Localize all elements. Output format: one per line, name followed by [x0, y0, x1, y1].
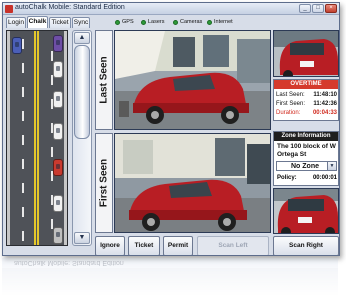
first-seen-time-label: First Seen:: [276, 101, 306, 107]
scroll-up-button[interactable]: ▲: [74, 32, 90, 44]
center-line: [34, 31, 36, 245]
duration-row: Duration: 00:04:33: [276, 109, 338, 117]
first-seen-label-box: First Seen: [95, 133, 113, 233]
parked-car-icon[interactable]: [53, 195, 63, 212]
first-seen-label: First Seen: [98, 158, 110, 208]
window-title: autoChalk Mobile: Standard Edition: [15, 4, 125, 11]
lane-dash: [51, 147, 53, 157]
close-button[interactable]: ×: [325, 4, 337, 13]
overtime-header: OVERTIME: [274, 80, 338, 89]
last-seen-row: Last Seen: 11:48:10: [276, 91, 338, 99]
policy-label: Policy:: [277, 175, 297, 181]
first-seen-photo-image: [115, 134, 270, 232]
zone-select-value: No Zone: [291, 163, 319, 170]
right-curb: [64, 31, 67, 245]
scan-left-button[interactable]: Scan Left: [197, 236, 269, 255]
last-seen-closeup-image: [274, 31, 338, 76]
reflection-fade: [2, 268, 338, 296]
chevron-down-icon[interactable]: ▼: [327, 162, 336, 170]
tab-sync[interactable]: Sync: [72, 17, 90, 28]
lane-dash: [22, 159, 24, 169]
overtime-panel: OVERTIME Last Seen: 11:48:10 First Seen:…: [273, 79, 339, 121]
parked-car-icon[interactable]: [53, 159, 63, 176]
lane-dash: [51, 51, 53, 61]
zone-address: The 100 block of W Ortega St: [277, 143, 336, 158]
zone-select[interactable]: No Zone ▼: [276, 161, 337, 171]
lane-dash: [22, 207, 24, 217]
duration-label: Duration:: [276, 110, 301, 116]
lane-dash: [22, 39, 24, 49]
lane-dash: [22, 63, 24, 73]
scan-right-button[interactable]: Scan Right: [273, 236, 339, 255]
internet-status-icon: [207, 20, 212, 25]
zone-info-panel: Zone Information The 100 block of W Orte…: [273, 131, 339, 186]
ticket-button[interactable]: Ticket: [128, 236, 160, 255]
zone-info-header: Zone Information: [274, 132, 338, 141]
center-line: [37, 31, 39, 245]
scroll-down-button[interactable]: ▼: [74, 232, 90, 244]
parked-car-icon[interactable]: [53, 61, 63, 78]
internet-status-label: Internet: [214, 19, 233, 25]
permit-button[interactable]: Permit: [163, 236, 193, 255]
first-seen-closeup-image: [274, 189, 338, 233]
title-bar: autoChalk Mobile: Standard Edition _ □ ×: [3, 3, 339, 15]
last-seen-closeup-photo[interactable]: [273, 30, 339, 77]
lane-dash: [22, 231, 24, 241]
tab-login[interactable]: Login: [6, 17, 26, 28]
parked-car-icon[interactable]: [53, 91, 63, 108]
first-seen-row: First Seen: 11:42:36: [276, 100, 338, 108]
parked-car-icon[interactable]: [12, 37, 22, 54]
lane-dash: [22, 135, 24, 145]
lane-dash: [22, 183, 24, 193]
parked-car-icon[interactable]: [53, 227, 63, 244]
street-map[interactable]: [6, 30, 68, 246]
app-window: autoChalk Mobile: Standard Edition _ □ ×…: [2, 2, 340, 256]
app-icon: [5, 5, 13, 13]
minimize-button[interactable]: _: [299, 4, 311, 13]
ignore-button[interactable]: Ignore: [95, 236, 125, 255]
last-seen-photo[interactable]: [114, 30, 271, 130]
lasers-status-icon: [141, 20, 146, 25]
first-seen-photo[interactable]: [114, 133, 271, 233]
lasers-status-label: Lasers: [148, 19, 165, 25]
scroll-thumb[interactable]: [74, 45, 90, 139]
policy-row: Policy: 00:00:01: [277, 174, 337, 182]
parked-car-icon[interactable]: [53, 35, 63, 52]
lane-dash: [22, 87, 24, 97]
policy-value: 00:00:01: [312, 175, 337, 181]
cameras-status-label: Cameras: [180, 19, 203, 25]
left-curb: [7, 31, 10, 245]
last-seen-time-value: 11:48:10: [313, 92, 337, 98]
duration-value: 00:04:33: [312, 110, 337, 116]
window-reflection: autoChalk Mobile: Standard Edition: [2, 258, 340, 296]
reflection-title-bar: autoChalk Mobile: Standard Edition: [2, 258, 338, 268]
lane-dash: [22, 111, 24, 121]
last-seen-label-box: Last Seen: [95, 30, 113, 130]
cameras-status-icon: [173, 20, 178, 25]
first-seen-closeup-photo[interactable]: [273, 188, 339, 234]
tab-chalk[interactable]: Chalk: [27, 16, 48, 28]
gps-status-label: GPS: [122, 19, 134, 25]
last-seen-label: Last Seen: [98, 56, 110, 104]
reflection-title: autoChalk Mobile: Standard Edition: [14, 259, 124, 266]
last-seen-time-label: Last Seen:: [276, 92, 305, 98]
parked-car-icon[interactable]: [53, 123, 63, 140]
gps-status-icon: [115, 20, 120, 25]
last-seen-photo-image: [115, 31, 270, 129]
street-scrollbar[interactable]: ▲ ▼: [72, 30, 92, 246]
tab-ticket[interactable]: Ticket: [49, 17, 71, 28]
maximize-button[interactable]: □: [312, 4, 324, 13]
first-seen-time-value: 11:42:36: [313, 101, 337, 107]
